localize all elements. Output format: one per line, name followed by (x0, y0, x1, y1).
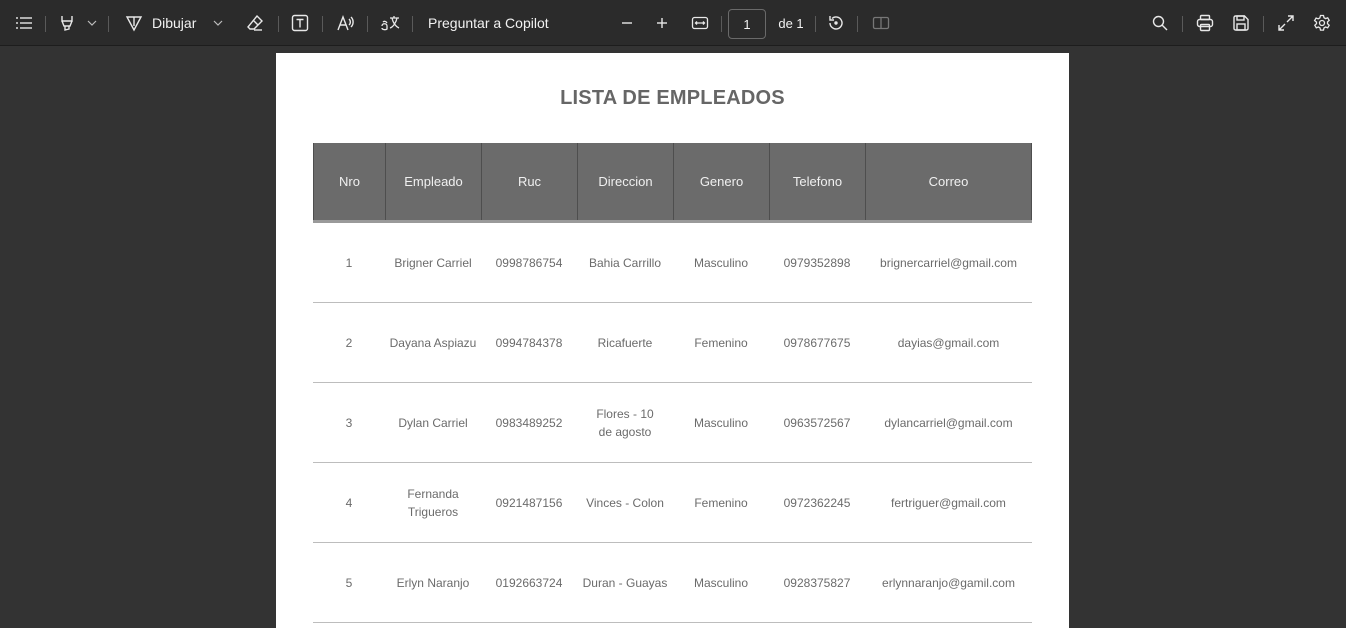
table-cell: Femenino (694, 495, 748, 510)
chevron-down-icon[interactable] (84, 0, 100, 46)
save-icon[interactable] (1229, 0, 1253, 46)
table-cell: 4 (345, 495, 353, 510)
table-cell: Fernanda Trigueros (407, 486, 459, 519)
table-cell: 0978677675 (783, 335, 851, 350)
eraser-icon[interactable] (243, 0, 267, 46)
table-row: 1 Brigner Carriel 0998786754 Bahia Carri… (313, 223, 1032, 303)
table-cell: Erlyn Naranjo (396, 575, 470, 590)
table-cell: Vinces - Colon (586, 495, 664, 510)
table-cell: 0983489252 (495, 415, 563, 430)
table-cell: brignercarriel@gmail.com (880, 255, 1017, 270)
zoom-in-icon[interactable] (651, 0, 673, 46)
divider (45, 16, 46, 32)
table-cell: dayias@gmail.com (897, 335, 1000, 350)
text-box-icon[interactable] (288, 0, 312, 46)
column-header: Ruc (481, 143, 577, 220)
divider (278, 16, 279, 32)
table-cell: dylancarriel@gmail.com (884, 415, 1013, 430)
chevron-down-icon[interactable] (210, 0, 226, 46)
table-cell: Masculino (693, 415, 749, 430)
table-cell: 0928375827 (783, 575, 851, 590)
column-header: Genero (673, 143, 769, 220)
table-cell: Bahia Carrillo (588, 255, 662, 270)
table-cell: Masculino (693, 255, 749, 270)
table-cell: 2 (345, 335, 353, 350)
table-cell: 0963572567 (783, 415, 851, 430)
column-header: Correo (865, 143, 1032, 220)
table-cell: 0994784378 (495, 335, 563, 350)
table-row: 3 Dylan Carriel 0983489252 Flores - 10 d… (313, 383, 1032, 463)
divider (322, 16, 323, 32)
table-cell: 0921487156 (495, 495, 563, 510)
translate-icon[interactable] (377, 0, 403, 46)
table-cell: 3 (345, 415, 353, 430)
table-row: 5 Erlyn Naranjo 0192663724 Duran - Guaya… (313, 543, 1032, 623)
column-header: Nro (313, 143, 385, 220)
table-cell: Dylan Carriel (398, 415, 468, 430)
table-cell: Masculino (693, 575, 749, 590)
divider (412, 16, 413, 32)
draw-icon[interactable] (122, 0, 146, 46)
page-total: de 1 (778, 15, 804, 31)
divider (1263, 16, 1264, 32)
table-cell: fertriguer@gmail.com (891, 495, 1006, 510)
draw-label[interactable]: Dibujar (152, 0, 202, 46)
zoom-out-icon[interactable] (616, 0, 638, 46)
page-number-input[interactable]: 1 (728, 9, 766, 39)
table-cell: Ricafuerte (597, 335, 653, 350)
table-cell: 0972362245 (783, 495, 851, 510)
highlight-icon[interactable] (54, 0, 80, 46)
document-viewport[interactable]: LISTA DE EMPLEADOS Nro Empleado Ruc Dire… (0, 46, 1346, 628)
contents-icon[interactable] (10, 0, 38, 46)
table-header: Nro Empleado Ruc Direccion Genero Telefo… (313, 143, 1032, 223)
divider (815, 16, 816, 32)
divider (1182, 16, 1183, 32)
print-icon[interactable] (1193, 0, 1217, 46)
table-cell: Dayana Aspiazu (389, 335, 477, 350)
table-row: 2 Dayana Aspiazu 0994784378 Ricafuerte F… (313, 303, 1032, 383)
column-header: Direccion (577, 143, 673, 220)
table-cell: Brigner Carriel (394, 255, 472, 270)
fullscreen-icon[interactable] (1274, 0, 1298, 46)
divider (367, 16, 368, 32)
table-cell: Flores - 10 de agosto (596, 406, 654, 439)
document-title: LISTA DE EMPLEADOS (560, 87, 785, 109)
table-row: 4 Fernanda Trigueros 0921487156 Vinces -… (313, 463, 1032, 543)
settings-icon[interactable] (1310, 0, 1334, 46)
table-cell: 0998786754 (495, 255, 563, 270)
pdf-page: LISTA DE EMPLEADOS Nro Empleado Ruc Dire… (276, 53, 1069, 628)
column-header: Telefono (769, 143, 865, 220)
table-cell: 1 (345, 255, 353, 270)
ask-copilot-button[interactable]: Preguntar a Copilot (428, 0, 552, 46)
table-cell: erlynnaranjo@gamil.com (882, 575, 1015, 590)
divider (721, 16, 722, 32)
two-page-icon[interactable] (868, 0, 894, 46)
table-cell: 5 (345, 575, 353, 590)
table-cell: Duran - Guayas (582, 575, 668, 590)
divider (108, 16, 109, 32)
table-cell: 0192663724 (495, 575, 563, 590)
column-header: Empleado (385, 143, 481, 220)
table-cell: Femenino (694, 335, 748, 350)
rotate-icon[interactable] (824, 0, 848, 46)
pdf-toolbar: Dibujar Preguntar a Copilot 1 de 1 (0, 0, 1346, 46)
read-aloud-icon[interactable] (333, 0, 357, 46)
divider (857, 16, 858, 32)
table-cell: 0979352898 (783, 255, 851, 270)
search-icon[interactable] (1148, 0, 1172, 46)
fit-width-icon[interactable] (688, 0, 712, 46)
